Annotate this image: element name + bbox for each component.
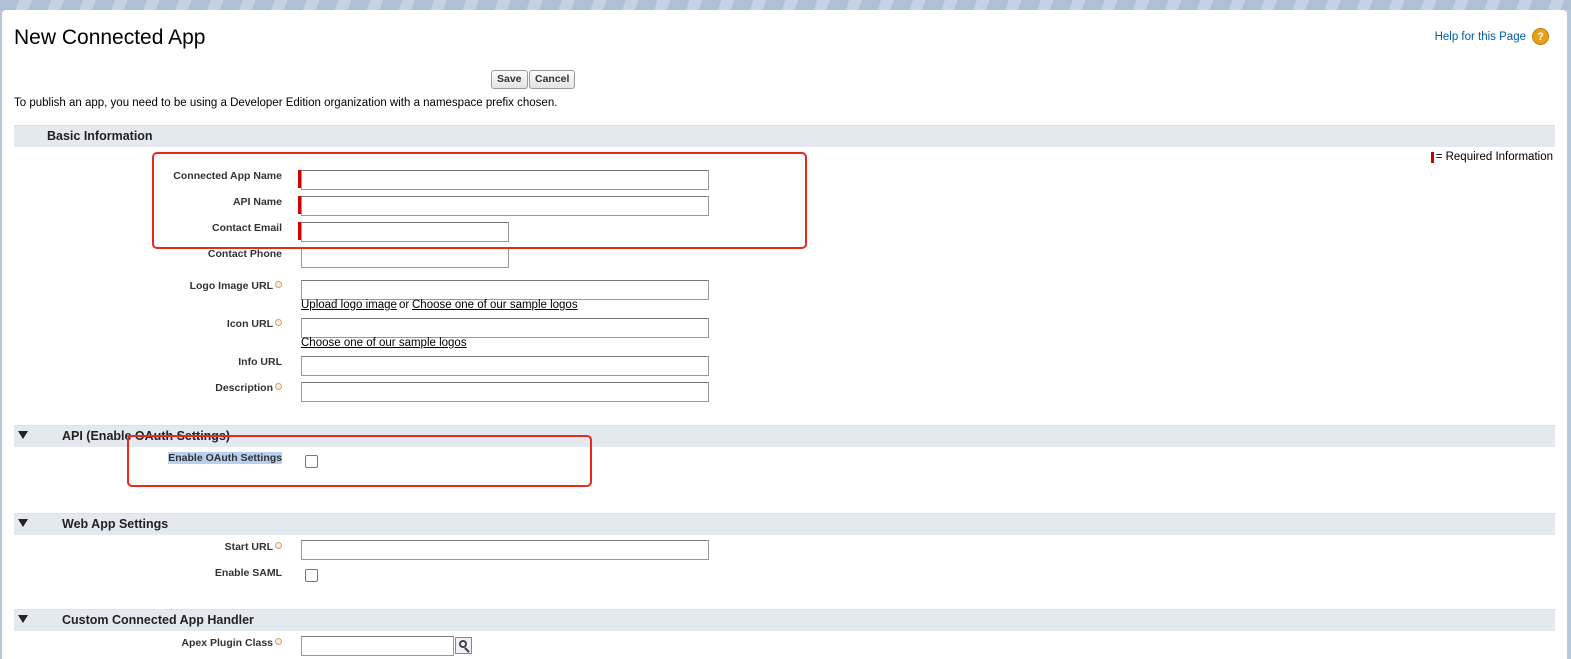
page-title: New Connected App xyxy=(14,26,206,49)
section-title: Custom Connected App Handler xyxy=(62,613,254,627)
section-custom-handler: Custom Connected App Handler xyxy=(14,609,1555,631)
required-marker-icon xyxy=(1430,151,1434,163)
contact-phone-input[interactable] xyxy=(301,248,509,268)
section-title: Basic Information xyxy=(47,129,153,143)
description-label-text: Description xyxy=(215,382,273,394)
help-link[interactable]: Help for this Page xyxy=(1435,31,1526,43)
description-input[interactable] xyxy=(301,382,709,402)
start-url-label: Start URL xyxy=(12,541,282,553)
help-icon[interactable]: ? xyxy=(1532,28,1549,45)
annotation-box-oauth xyxy=(127,435,592,487)
collapse-triangle-icon[interactable] xyxy=(18,615,28,623)
annotation-box-required-fields xyxy=(152,152,807,249)
cancel-button[interactable]: Cancel xyxy=(529,70,576,89)
apex-plugin-class-input[interactable] xyxy=(301,636,454,656)
contact-phone-label: Contact Phone xyxy=(207,248,282,260)
info-icon[interactable] xyxy=(275,281,282,288)
page-container: New Connected App Help for this Page ? S… xyxy=(2,10,1567,659)
save-button[interactable]: Save xyxy=(491,70,528,89)
upload-logo-link[interactable]: Upload logo image xyxy=(301,299,397,311)
icon-url-label-text: Icon URL xyxy=(226,318,273,330)
info-icon[interactable] xyxy=(275,542,282,549)
apex-plugin-class-label-text: Apex Plugin Class xyxy=(181,637,273,649)
sample-logos-link[interactable]: Choose one of our sample logos xyxy=(412,299,578,311)
help-for-page[interactable]: Help for this Page ? xyxy=(1435,28,1549,45)
section-web-app-settings: Web App Settings xyxy=(14,513,1555,535)
required-legend: = Required Information xyxy=(1430,151,1553,163)
section-basic-information: Basic Information xyxy=(14,125,1555,147)
lookup-search-icon[interactable] xyxy=(455,637,472,654)
apex-plugin-class-label: Apex Plugin Class xyxy=(12,637,282,649)
section-title: Web App Settings xyxy=(62,517,169,531)
info-url-label: Info URL xyxy=(238,356,282,368)
info-icon[interactable] xyxy=(275,383,282,390)
header-banner xyxy=(0,0,1571,10)
start-url-input[interactable] xyxy=(301,540,709,560)
info-url-input[interactable] xyxy=(301,356,709,376)
required-legend-text: = Required Information xyxy=(1435,151,1553,163)
info-icon[interactable] xyxy=(275,319,282,326)
logo-image-url-label: Logo Image URL xyxy=(12,280,282,292)
collapse-triangle-icon[interactable] xyxy=(18,431,28,439)
icon-url-label: Icon URL xyxy=(12,318,282,330)
start-url-label-text: Start URL xyxy=(224,541,273,553)
enable-saml-checkbox[interactable] xyxy=(305,569,318,582)
info-icon[interactable] xyxy=(275,638,282,645)
or-text: or xyxy=(399,299,410,311)
sample-icons-link[interactable]: Choose one of our sample logos xyxy=(301,337,467,349)
collapse-triangle-icon[interactable] xyxy=(18,519,28,527)
logo-image-url-input[interactable] xyxy=(301,280,709,300)
intro-text: To publish an app, you need to be using … xyxy=(14,97,558,109)
icon-url-input[interactable] xyxy=(301,318,709,338)
description-label: Description xyxy=(12,382,282,394)
enable-saml-label: Enable SAML xyxy=(214,567,282,579)
logo-image-url-label-text: Logo Image URL xyxy=(189,280,273,292)
